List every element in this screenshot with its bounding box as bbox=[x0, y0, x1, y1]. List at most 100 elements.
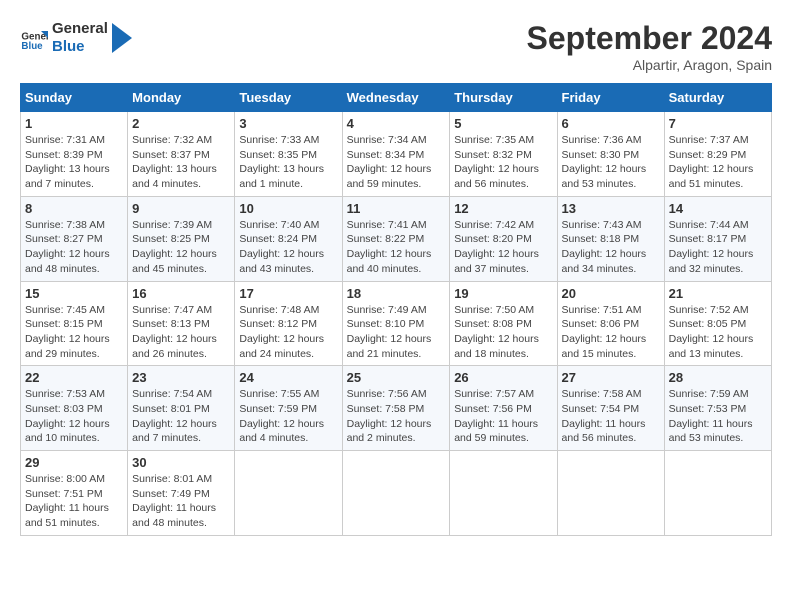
calendar-body: 1Sunrise: 7:31 AMSunset: 8:39 PMDaylight… bbox=[21, 112, 772, 536]
day-cell-24: 24 Sunrise: 7:55 AMSunset: 7:59 PMDayligh… bbox=[235, 366, 342, 451]
month-title: September 2024 bbox=[527, 20, 772, 57]
day-cell-25: 25 Sunrise: 7:56 AMSunset: 7:58 PMDayligh… bbox=[342, 366, 450, 451]
day-cell-20: 20 Sunrise: 7:51 AMSunset: 8:06 PMDayligh… bbox=[557, 281, 664, 366]
arrow-icon bbox=[112, 23, 132, 53]
empty-cell bbox=[342, 451, 450, 536]
day-number: 4 bbox=[347, 116, 446, 131]
calendar-week-1: 1Sunrise: 7:31 AMSunset: 8:39 PMDaylight… bbox=[21, 112, 772, 197]
day-info: Sunrise: 7:51 AMSunset: 8:06 PMDaylight:… bbox=[562, 303, 660, 362]
day-cell-11: 11Sunrise: 7:41 AMSunset: 8:22 PMDayligh… bbox=[342, 196, 450, 281]
day-cell-29: 29 Sunrise: 8:00 AMSunset: 7:51 PMDayligh… bbox=[21, 451, 128, 536]
logo: General Blue General Blue bbox=[20, 20, 132, 56]
day-cell-1: 1Sunrise: 7:31 AMSunset: 8:39 PMDaylight… bbox=[21, 112, 128, 197]
day-info: Sunrise: 7:49 AMSunset: 8:10 PMDaylight:… bbox=[347, 303, 446, 362]
day-cell-8: 8 Sunrise: 7:38 AMSunset: 8:27 PMDaylight… bbox=[21, 196, 128, 281]
day-number: 26 bbox=[454, 370, 552, 385]
day-cell-6: 6 Sunrise: 7:36 AMSunset: 8:30 PMDaylight… bbox=[557, 112, 664, 197]
day-number: 19 bbox=[454, 286, 552, 301]
header-day-tuesday: Tuesday bbox=[235, 84, 342, 112]
day-number: 2 bbox=[132, 116, 230, 131]
day-info: Sunrise: 7:39 AMSunset: 8:25 PMDaylight:… bbox=[132, 218, 230, 277]
day-info: Sunrise: 7:57 AMSunset: 7:56 PMDaylight:… bbox=[454, 387, 552, 446]
day-number: 8 bbox=[25, 201, 123, 216]
day-info: Sunrise: 7:56 AMSunset: 7:58 PMDaylight:… bbox=[347, 387, 446, 446]
calendar-week-4: 22 Sunrise: 7:53 AMSunset: 8:03 PMDayligh… bbox=[21, 366, 772, 451]
header-day-wednesday: Wednesday bbox=[342, 84, 450, 112]
day-number: 16 bbox=[132, 286, 230, 301]
calendar-header: SundayMondayTuesdayWednesdayThursdayFrid… bbox=[21, 84, 772, 112]
header-day-thursday: Thursday bbox=[450, 84, 557, 112]
day-number: 24 bbox=[239, 370, 337, 385]
page-header: General Blue General Blue September 2024… bbox=[20, 20, 772, 73]
day-info: Sunrise: 7:34 AMSunset: 8:34 PMDaylight:… bbox=[347, 133, 446, 192]
day-cell-28: 28 Sunrise: 7:59 AMSunset: 7:53 PMDayligh… bbox=[664, 366, 771, 451]
day-number: 17 bbox=[239, 286, 337, 301]
svg-text:Blue: Blue bbox=[21, 41, 43, 52]
header-day-sunday: Sunday bbox=[21, 84, 128, 112]
empty-cell bbox=[235, 451, 342, 536]
day-number: 28 bbox=[669, 370, 767, 385]
day-number: 29 bbox=[25, 455, 123, 470]
day-info: Sunrise: 7:47 AMSunset: 8:13 PMDaylight:… bbox=[132, 303, 230, 362]
day-info: Sunrise: 7:36 AMSunset: 8:30 PMDaylight:… bbox=[562, 133, 660, 192]
day-cell-2: 2 Sunrise: 7:32 AMSunset: 8:37 PMDaylight… bbox=[128, 112, 235, 197]
day-number: 27 bbox=[562, 370, 660, 385]
day-info: Sunrise: 7:58 AMSunset: 7:54 PMDaylight:… bbox=[562, 387, 660, 446]
day-info: Sunrise: 7:50 AMSunset: 8:08 PMDaylight:… bbox=[454, 303, 552, 362]
day-cell-30: 30 Sunrise: 8:01 AMSunset: 7:49 PMDayligh… bbox=[128, 451, 235, 536]
day-number: 13 bbox=[562, 201, 660, 216]
day-info: Sunrise: 7:41 AMSunset: 8:22 PMDaylight:… bbox=[347, 218, 446, 277]
calendar-week-2: 8 Sunrise: 7:38 AMSunset: 8:27 PMDaylight… bbox=[21, 196, 772, 281]
day-number: 25 bbox=[347, 370, 446, 385]
day-cell-23: 23Sunrise: 7:54 AMSunset: 8:01 PMDayligh… bbox=[128, 366, 235, 451]
empty-cell bbox=[557, 451, 664, 536]
day-cell-18: 18Sunrise: 7:49 AMSunset: 8:10 PMDayligh… bbox=[342, 281, 450, 366]
day-info: Sunrise: 7:37 AMSunset: 8:29 PMDaylight:… bbox=[669, 133, 767, 192]
day-cell-4: 4 Sunrise: 7:34 AMSunset: 8:34 PMDaylight… bbox=[342, 112, 450, 197]
day-info: Sunrise: 7:35 AMSunset: 8:32 PMDaylight:… bbox=[454, 133, 552, 192]
day-info: Sunrise: 7:44 AMSunset: 8:17 PMDaylight:… bbox=[669, 218, 767, 277]
day-info: Sunrise: 7:59 AMSunset: 7:53 PMDaylight:… bbox=[669, 387, 767, 446]
day-number: 22 bbox=[25, 370, 123, 385]
day-info: Sunrise: 7:42 AMSunset: 8:20 PMDaylight:… bbox=[454, 218, 552, 277]
day-cell-15: 15 Sunrise: 7:45 AMSunset: 8:15 PMDayligh… bbox=[21, 281, 128, 366]
day-number: 5 bbox=[454, 116, 552, 131]
location-subtitle: Alpartir, Aragon, Spain bbox=[527, 57, 772, 73]
day-info: Sunrise: 7:45 AMSunset: 8:15 PMDaylight:… bbox=[25, 303, 123, 362]
day-number: 9 bbox=[132, 201, 230, 216]
day-info: Sunrise: 7:32 AMSunset: 8:37 PMDaylight:… bbox=[132, 133, 230, 192]
day-cell-16: 16 Sunrise: 7:47 AMSunset: 8:13 PMDayligh… bbox=[128, 281, 235, 366]
empty-cell bbox=[664, 451, 771, 536]
day-cell-26: 26 Sunrise: 7:57 AMSunset: 7:56 PMDayligh… bbox=[450, 366, 557, 451]
day-info: Sunrise: 7:33 AMSunset: 8:35 PMDaylight:… bbox=[239, 133, 337, 192]
day-info: Sunrise: 7:52 AMSunset: 8:05 PMDaylight:… bbox=[669, 303, 767, 362]
day-info: Sunrise: 8:00 AMSunset: 7:51 PMDaylight:… bbox=[25, 472, 123, 531]
day-cell-9: 9 Sunrise: 7:39 AMSunset: 8:25 PMDaylight… bbox=[128, 196, 235, 281]
calendar-table: SundayMondayTuesdayWednesdayThursdayFrid… bbox=[20, 83, 772, 536]
day-number: 30 bbox=[132, 455, 230, 470]
logo-icon: General Blue bbox=[20, 24, 48, 52]
day-number: 6 bbox=[562, 116, 660, 131]
day-cell-10: 10Sunrise: 7:40 AMSunset: 8:24 PMDayligh… bbox=[235, 196, 342, 281]
day-info: Sunrise: 7:53 AMSunset: 8:03 PMDaylight:… bbox=[25, 387, 123, 446]
calendar-week-5: 29 Sunrise: 8:00 AMSunset: 7:51 PMDayligh… bbox=[21, 451, 772, 536]
day-cell-19: 19 Sunrise: 7:50 AMSunset: 8:08 PMDayligh… bbox=[450, 281, 557, 366]
day-info: Sunrise: 7:38 AMSunset: 8:27 PMDaylight:… bbox=[25, 218, 123, 277]
day-cell-14: 14Sunrise: 7:44 AMSunset: 8:17 PMDayligh… bbox=[664, 196, 771, 281]
day-number: 23 bbox=[132, 370, 230, 385]
day-info: Sunrise: 7:43 AMSunset: 8:18 PMDaylight:… bbox=[562, 218, 660, 277]
day-cell-27: 27 Sunrise: 7:58 AMSunset: 7:54 PMDayligh… bbox=[557, 366, 664, 451]
day-info: Sunrise: 8:01 AMSunset: 7:49 PMDaylight:… bbox=[132, 472, 230, 531]
day-number: 15 bbox=[25, 286, 123, 301]
day-info: Sunrise: 7:55 AMSunset: 7:59 PMDaylight:… bbox=[239, 387, 337, 446]
header-day-friday: Friday bbox=[557, 84, 664, 112]
day-cell-3: 3Sunrise: 7:33 AMSunset: 8:35 PMDaylight… bbox=[235, 112, 342, 197]
header-day-monday: Monday bbox=[128, 84, 235, 112]
day-cell-7: 7Sunrise: 7:37 AMSunset: 8:29 PMDaylight… bbox=[664, 112, 771, 197]
day-number: 20 bbox=[562, 286, 660, 301]
day-cell-17: 17 Sunrise: 7:48 AMSunset: 8:12 PMDayligh… bbox=[235, 281, 342, 366]
day-number: 12 bbox=[454, 201, 552, 216]
day-info: Sunrise: 7:48 AMSunset: 8:12 PMDaylight:… bbox=[239, 303, 337, 362]
day-number: 21 bbox=[669, 286, 767, 301]
day-number: 1 bbox=[25, 116, 123, 131]
